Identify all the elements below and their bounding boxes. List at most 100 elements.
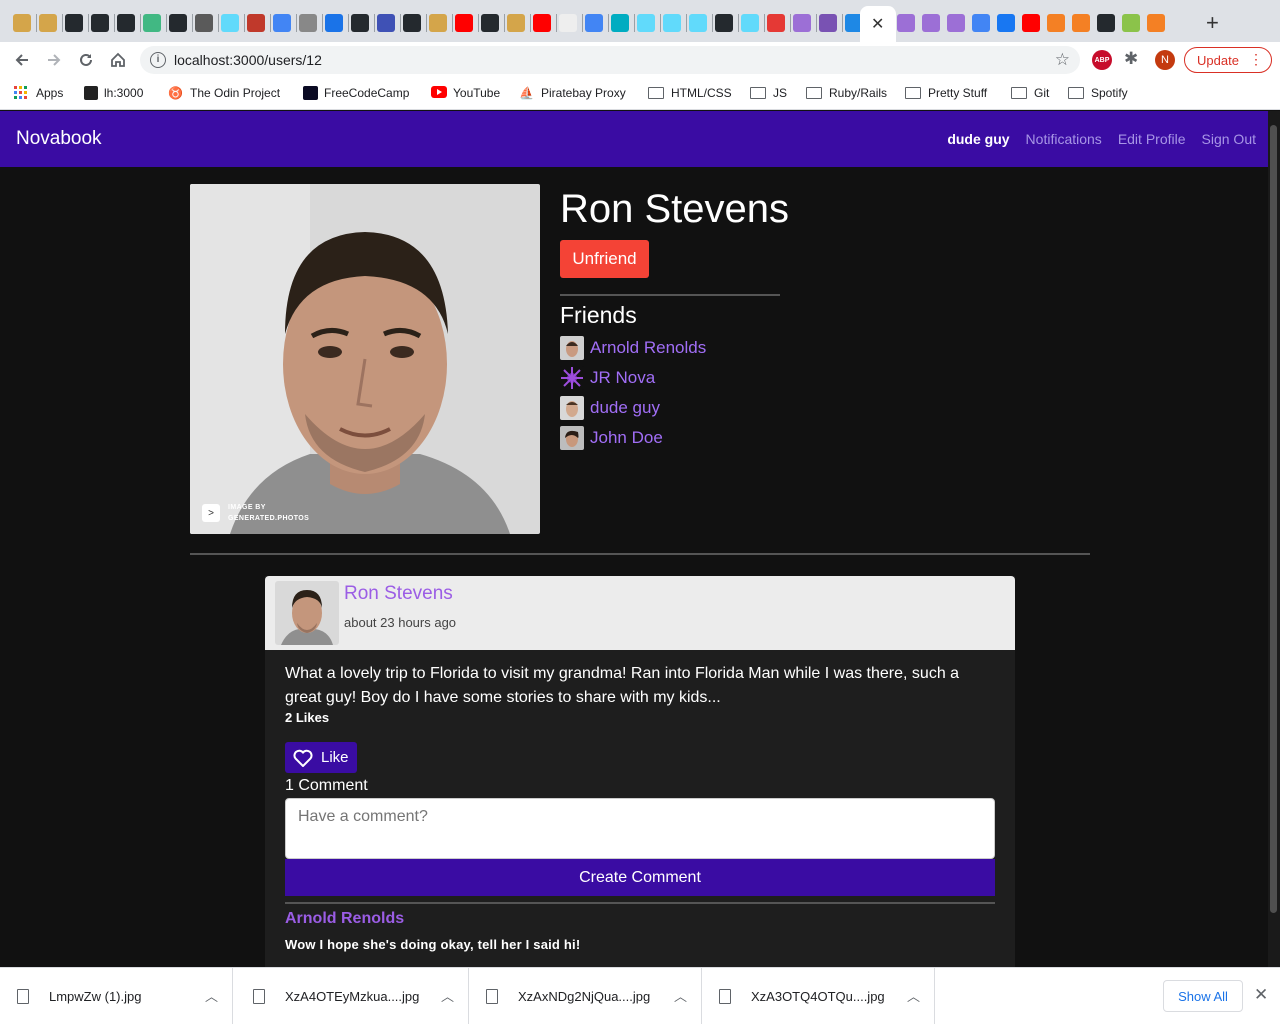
show-all-downloads-button[interactable]: Show All xyxy=(1163,980,1243,1012)
scrollbar-thumb[interactable] xyxy=(1270,125,1277,913)
bookmark-lh3000[interactable]: lh:3000 xyxy=(84,86,143,100)
friend-item[interactable]: dude guy xyxy=(560,396,660,420)
tab-favicon-icon[interactable] xyxy=(1072,14,1090,32)
active-tab[interactable]: ✕ xyxy=(860,6,896,42)
back-icon[interactable] xyxy=(10,48,34,72)
tab-favicon-icon[interactable] xyxy=(1097,14,1115,32)
tab-favicon-icon[interactable] xyxy=(325,14,343,32)
download-item[interactable]: XzA4OTEyMzkua....jpg ︿ xyxy=(236,968,469,1024)
brand-logo[interactable]: Novabook xyxy=(16,128,102,150)
friend-item[interactable]: Arnold Renolds xyxy=(560,336,706,360)
tab-favicon-icon[interactable] xyxy=(13,14,31,32)
tab-favicon-icon[interactable] xyxy=(972,14,990,32)
page-scrollbar[interactable] xyxy=(1268,111,1280,967)
chevron-up-icon[interactable]: ︿ xyxy=(907,986,920,1005)
chevron-up-icon[interactable]: ︿ xyxy=(674,986,687,1005)
tab-favicon-icon[interactable] xyxy=(533,14,551,32)
menu-dots-icon[interactable]: ⋮ xyxy=(1249,51,1263,68)
close-download-bar-icon[interactable]: ✕ xyxy=(1254,985,1268,1005)
bookmark-odin[interactable]: ♉ The Odin Project xyxy=(168,86,280,100)
chevron-up-icon[interactable]: ︿ xyxy=(441,986,454,1005)
bookmark-freecodecamp[interactable]: FreeCodeCamp xyxy=(303,86,409,100)
tab-favicon-icon[interactable] xyxy=(922,14,940,32)
comment-author[interactable]: Arnold Renolds xyxy=(285,910,404,928)
site-info-icon[interactable]: i xyxy=(150,52,166,68)
bookmark-folder-git[interactable]: Git xyxy=(1011,86,1049,100)
tab-favicon-icon[interactable] xyxy=(507,14,525,32)
download-item[interactable]: XzA3OTQ4OTQu....jpg ︿ xyxy=(702,968,935,1024)
friend-name[interactable]: Arnold Renolds xyxy=(590,338,706,358)
bookmark-youtube[interactable]: YouTube xyxy=(431,86,500,100)
tab-favicon-icon[interactable] xyxy=(117,14,135,32)
tab-favicon-icon[interactable] xyxy=(143,14,161,32)
unfriend-button[interactable]: Unfriend xyxy=(560,240,649,278)
friend-name[interactable]: dude guy xyxy=(590,398,660,418)
bookmark-folder-html-css[interactable]: HTML/CSS xyxy=(648,86,732,100)
post-author-avatar[interactable] xyxy=(275,581,339,645)
tab-favicon-icon[interactable] xyxy=(299,14,317,32)
tab-favicon-icon[interactable] xyxy=(1022,14,1040,32)
tab-favicon-icon[interactable] xyxy=(169,14,187,32)
friend-name[interactable]: JR Nova xyxy=(590,368,655,388)
tab-favicon-icon[interactable] xyxy=(65,14,83,32)
chevron-up-icon[interactable]: ︿ xyxy=(205,986,218,1005)
tab-favicon-icon[interactable] xyxy=(481,14,499,32)
forward-icon[interactable] xyxy=(42,48,66,72)
tab-favicon-icon[interactable] xyxy=(947,14,965,32)
tab-favicon-icon[interactable] xyxy=(997,14,1015,32)
bookmark-folder-js[interactable]: JS xyxy=(750,86,787,100)
tab-favicon-icon[interactable] xyxy=(247,14,265,32)
tab-favicon-icon[interactable] xyxy=(403,14,421,32)
reload-icon[interactable] xyxy=(74,48,98,72)
address-bar[interactable]: i localhost:3000/users/12 ☆ xyxy=(140,46,1080,74)
tab-favicon-icon[interactable] xyxy=(273,14,291,32)
bookmark-star-icon[interactable]: ☆ xyxy=(1055,50,1070,70)
tab-favicon-icon[interactable] xyxy=(611,14,629,32)
tab-favicon-icon[interactable] xyxy=(767,14,785,32)
tab-favicon-icon[interactable] xyxy=(1047,14,1065,32)
tab-favicon-icon[interactable] xyxy=(559,14,577,32)
tab-favicon-icon[interactable] xyxy=(39,14,57,32)
bookmark-piratebay[interactable]: ⛵ Piratebay Proxy xyxy=(519,86,626,100)
close-tab-icon[interactable]: ✕ xyxy=(871,14,884,34)
create-comment-button[interactable]: Create Comment xyxy=(285,859,995,896)
url-text[interactable]: localhost:3000/users/12 xyxy=(174,52,322,68)
nav-notifications[interactable]: Notifications xyxy=(1026,131,1102,147)
tab-favicon-icon[interactable] xyxy=(715,14,733,32)
comment-input[interactable] xyxy=(285,798,995,859)
friend-item[interactable]: John Doe xyxy=(560,426,663,450)
tab-favicon-icon[interactable] xyxy=(377,14,395,32)
tab-favicon-icon[interactable] xyxy=(221,14,239,32)
tab-favicon-icon[interactable] xyxy=(1122,14,1140,32)
bookmark-folder-pretty-stuff[interactable]: Pretty Stuff xyxy=(905,86,987,100)
tab-favicon-icon[interactable] xyxy=(1147,14,1165,32)
tab-favicon-icon[interactable] xyxy=(793,14,811,32)
nav-edit-profile[interactable]: Edit Profile xyxy=(1118,131,1186,147)
nav-sign-out[interactable]: Sign Out xyxy=(1202,131,1256,147)
bookmark-apps[interactable]: Apps xyxy=(14,86,63,100)
extensions-puzzle-icon[interactable]: ✱ xyxy=(1124,49,1138,69)
bookmark-folder-spotify[interactable]: Spotify xyxy=(1068,86,1128,100)
nav-current-user[interactable]: dude guy xyxy=(947,131,1009,147)
friend-item[interactable]: JR Nova xyxy=(560,366,655,390)
post-author-name[interactable]: Ron Stevens xyxy=(344,583,453,605)
tab-favicon-icon[interactable] xyxy=(897,14,915,32)
new-tab-icon[interactable]: + xyxy=(1206,10,1219,36)
download-item[interactable]: LmpwZw (1).jpg ︿ xyxy=(0,968,233,1024)
download-item[interactable]: XzAxNDg2NjQua....jpg ︿ xyxy=(469,968,702,1024)
profile-avatar[interactable]: N xyxy=(1155,50,1175,70)
tab-favicon-icon[interactable] xyxy=(819,14,837,32)
tab-favicon-icon[interactable] xyxy=(585,14,603,32)
bookmark-folder-ruby-rails[interactable]: Ruby/Rails xyxy=(806,86,887,100)
tab-favicon-icon[interactable] xyxy=(429,14,447,32)
tab-favicon-icon[interactable] xyxy=(741,14,759,32)
tab-favicon-icon[interactable] xyxy=(351,14,369,32)
update-button[interactable]: Update ⋮ xyxy=(1184,47,1272,73)
like-button[interactable]: Like xyxy=(285,742,357,773)
tab-favicon-icon[interactable] xyxy=(195,14,213,32)
tab-favicon-icon[interactable] xyxy=(637,14,655,32)
tab-favicon-icon[interactable] xyxy=(455,14,473,32)
tab-favicon-icon[interactable] xyxy=(663,14,681,32)
home-icon[interactable] xyxy=(106,48,130,72)
friend-name[interactable]: John Doe xyxy=(590,428,663,448)
